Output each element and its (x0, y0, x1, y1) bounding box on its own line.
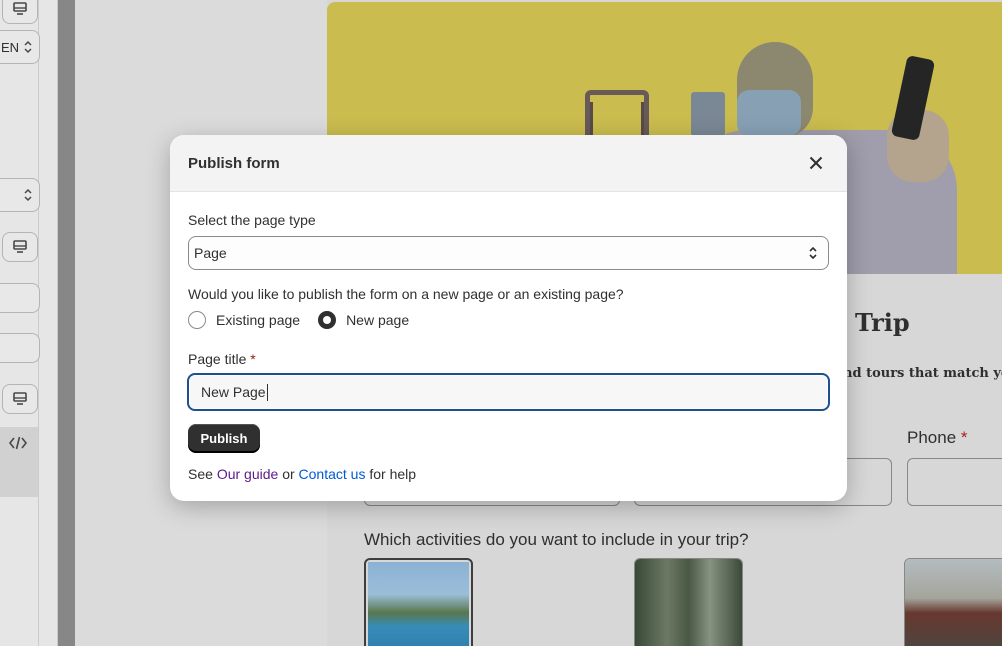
new-page-label: New page (346, 312, 410, 328)
required-mark: * (250, 351, 256, 367)
page-type-value: Page (194, 245, 227, 261)
existing-page-label: Existing page (216, 312, 301, 328)
publish-question: Would you like to publish the form on a … (188, 286, 624, 302)
publish-form-modal: Publish form Select the page type Page W… (170, 135, 847, 501)
help-text: See Our guide or Contact us for help (188, 466, 416, 482)
existing-page-radio[interactable] (188, 311, 206, 329)
modal-header: Publish form (170, 135, 847, 192)
contact-us-link[interactable]: Contact us (299, 466, 366, 482)
modal-title: Publish form (188, 154, 280, 172)
new-page-radio[interactable] (318, 311, 337, 329)
page-title-input[interactable]: New Page (187, 373, 830, 411)
page-title-value: New Page (201, 384, 266, 400)
page-type-select[interactable]: Page (188, 236, 829, 270)
help-or: or (282, 466, 295, 482)
page-type-label: Select the page type (188, 212, 316, 228)
page-option-group: Existing page New page (188, 311, 427, 329)
chevron-updown-icon (809, 246, 817, 260)
help-prefix: See (188, 466, 213, 482)
page-title-label-text: Page title (188, 351, 247, 367)
help-suffix: for help (369, 466, 417, 482)
our-guide-link[interactable]: Our guide (217, 466, 278, 482)
close-button[interactable] (803, 150, 829, 176)
text-caret (266, 383, 268, 401)
page-title-label: Page title * (188, 351, 256, 367)
close-icon (809, 156, 823, 170)
publish-button[interactable]: Publish (188, 424, 260, 453)
